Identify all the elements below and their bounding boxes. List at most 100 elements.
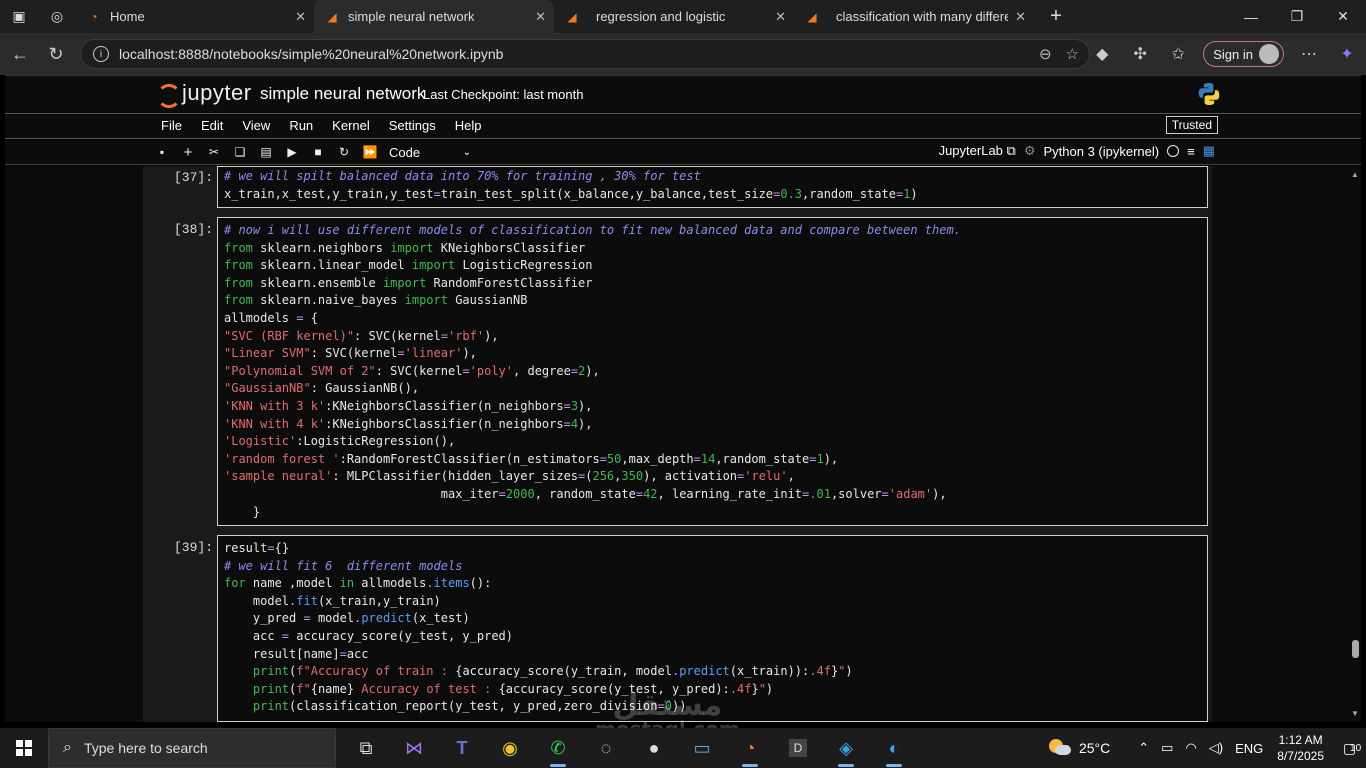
d-app-icon[interactable]: D: [774, 728, 822, 768]
code-token: {accuracy_score(y_train, model: [455, 664, 672, 679]
github-icon[interactable]: ●: [630, 728, 678, 768]
notebook-title[interactable]: simple neural network: [260, 84, 425, 104]
menu-edit[interactable]: Edit: [195, 118, 229, 133]
code-token: 4: [570, 416, 579, 431]
visual-studio-icon[interactable]: ⋈: [390, 728, 438, 768]
close-tab-icon[interactable]: ✕: [535, 9, 546, 25]
scroll-up-icon[interactable]: ▲: [1351, 170, 1359, 179]
workspaces-icon[interactable]: ▣: [0, 0, 38, 33]
jupyterlab-link[interactable]: JupyterLab ⧉: [939, 143, 1016, 159]
jupyter-app-icon[interactable]: ◔: [726, 728, 774, 768]
extension-gem-icon[interactable]: ◆: [1083, 44, 1121, 64]
sign-in-button[interactable]: Sign in: [1203, 41, 1284, 67]
restore-icon[interactable]: ❐: [1274, 0, 1320, 33]
edge-icon[interactable]: ◐: [870, 728, 918, 768]
cell-editor[interactable]: # we will spilt balanced data into 70% f…: [217, 166, 1208, 208]
favorites-icon[interactable]: ✩: [1159, 44, 1197, 64]
settings-gear-icon[interactable]: ⚙: [1024, 143, 1036, 159]
code-token: {: [303, 310, 318, 325]
globe-icon[interactable]: ◎: [38, 0, 76, 33]
chevron-down-icon: ⌄: [462, 146, 471, 158]
tab-classification[interactable]: ◢ classification with many different ✕: [794, 0, 1034, 33]
cut-icon[interactable]: ✂: [201, 143, 227, 161]
hamburger-menu-icon[interactable]: ≡: [1187, 144, 1195, 159]
weather-icon: [1048, 739, 1071, 757]
notebook-scrollbar[interactable]: ▲ ▼: [1349, 166, 1361, 722]
teams-icon[interactable]: T: [438, 728, 486, 768]
volume-icon[interactable]: ◁): [1209, 740, 1223, 756]
taskbar-search-input[interactable]: ⌕ Type here to search: [48, 728, 336, 768]
trusted-badge[interactable]: Trusted: [1165, 116, 1218, 134]
cell-editor[interactable]: # now i will use different models of cla…: [217, 217, 1208, 526]
refresh-icon[interactable]: ↻: [38, 36, 74, 72]
chevron-up-icon[interactable]: ⌃: [1138, 740, 1149, 756]
code-token: =: [462, 363, 470, 378]
weather-widget[interactable]: 25°C: [1048, 739, 1110, 757]
scrollbar-thumb[interactable]: [1352, 640, 1359, 658]
site-info-icon[interactable]: i: [93, 46, 109, 62]
language-indicator[interactable]: ENG: [1235, 741, 1263, 756]
code-token: "GaussianNB": [224, 381, 311, 396]
remote-desktop-icon[interactable]: ▭: [678, 728, 726, 768]
menu-settings[interactable]: Settings: [383, 118, 442, 133]
add-cell-icon[interactable]: +: [175, 143, 201, 161]
battery-icon[interactable]: ▭: [1161, 740, 1173, 756]
search-icon: ⌕: [63, 739, 72, 756]
cell-prompt: [39]:: [173, 540, 213, 555]
url-input[interactable]: i localhost:8888/notebooks/simple%20neur…: [80, 39, 1090, 69]
close-tab-icon[interactable]: ✕: [295, 9, 306, 25]
code-line: from sklearn.linear_model import Logisti…: [224, 257, 1201, 275]
stop-icon[interactable]: ■: [305, 143, 331, 161]
start-button[interactable]: [0, 728, 48, 768]
code-token: 42: [643, 486, 658, 501]
paste-icon[interactable]: ▤: [253, 143, 279, 161]
menu-file[interactable]: File: [155, 118, 188, 133]
tab-simple-neural-network[interactable]: ◢ simple neural network ✕: [314, 0, 554, 33]
menu-kernel[interactable]: Kernel: [326, 118, 376, 133]
wifi-icon[interactable]: ◠: [1185, 740, 1196, 756]
menu-run[interactable]: Run: [283, 118, 319, 133]
task-view-icon[interactable]: ⧉: [342, 728, 390, 768]
notifications-icon[interactable]: ▢ 10: [1338, 740, 1366, 757]
obs-icon[interactable]: ◌: [582, 728, 630, 768]
whatsapp-icon[interactable]: ✆: [534, 728, 582, 768]
fast-forward-icon[interactable]: ⏩: [357, 143, 383, 161]
more-menu-icon[interactable]: ⋯: [1290, 44, 1328, 64]
minimize-icon[interactable]: —: [1228, 0, 1274, 33]
copy-icon[interactable]: ❏: [227, 143, 253, 161]
close-tab-icon[interactable]: ✕: [775, 9, 786, 25]
run-icon[interactable]: ▶: [279, 143, 305, 161]
tab-home[interactable]: ◔ Home ✕: [76, 0, 314, 33]
code-token: predict: [361, 611, 412, 626]
menu-help[interactable]: Help: [449, 118, 488, 133]
jupyter-logo[interactable]: jupyter: [156, 80, 252, 108]
back-icon[interactable]: ←: [2, 36, 38, 72]
extensions-puzzle-icon[interactable]: ✣: [1121, 44, 1159, 64]
clock[interactable]: 1:12 AM 8/7/2025: [1277, 732, 1324, 764]
cell-type-select[interactable]: Code ⌄: [389, 145, 471, 160]
chrome-icon[interactable]: ◉: [486, 728, 534, 768]
menu-view[interactable]: View: [236, 118, 276, 133]
restart-icon[interactable]: ↻: [331, 143, 357, 161]
kernel-name[interactable]: Python 3 (ipykernel): [1043, 144, 1159, 159]
chat-app-icon[interactable]: ◈: [822, 728, 870, 768]
scroll-down-icon[interactable]: ▼: [1351, 709, 1359, 718]
code-token: from: [224, 258, 253, 273]
code-line: }: [224, 504, 1201, 522]
code-token: ),: [932, 486, 947, 501]
close-tab-icon[interactable]: ✕: [1015, 9, 1026, 25]
code-token: acc: [224, 628, 282, 643]
code-token: , random_state: [534, 486, 636, 501]
zoom-icon[interactable]: ⊖: [1039, 45, 1052, 63]
new-tab-icon[interactable]: +: [1042, 3, 1070, 31]
copilot-icon[interactable]: ✦: [1328, 44, 1366, 64]
save-icon[interactable]: ▪: [149, 143, 175, 161]
sidebar-toggle-icon[interactable]: ▦: [1203, 143, 1215, 159]
tab-regression-and-logistic[interactable]: ◢ regression and logistic ✕: [554, 0, 794, 33]
close-window-icon[interactable]: ✕: [1320, 0, 1366, 33]
favorite-star-icon[interactable]: ☆: [1066, 45, 1079, 63]
sign-in-label: Sign in: [1213, 46, 1253, 62]
cell-editor[interactable]: result={} # we will fit 6 different model…: [217, 535, 1208, 722]
code-token: acc: [346, 646, 369, 661]
